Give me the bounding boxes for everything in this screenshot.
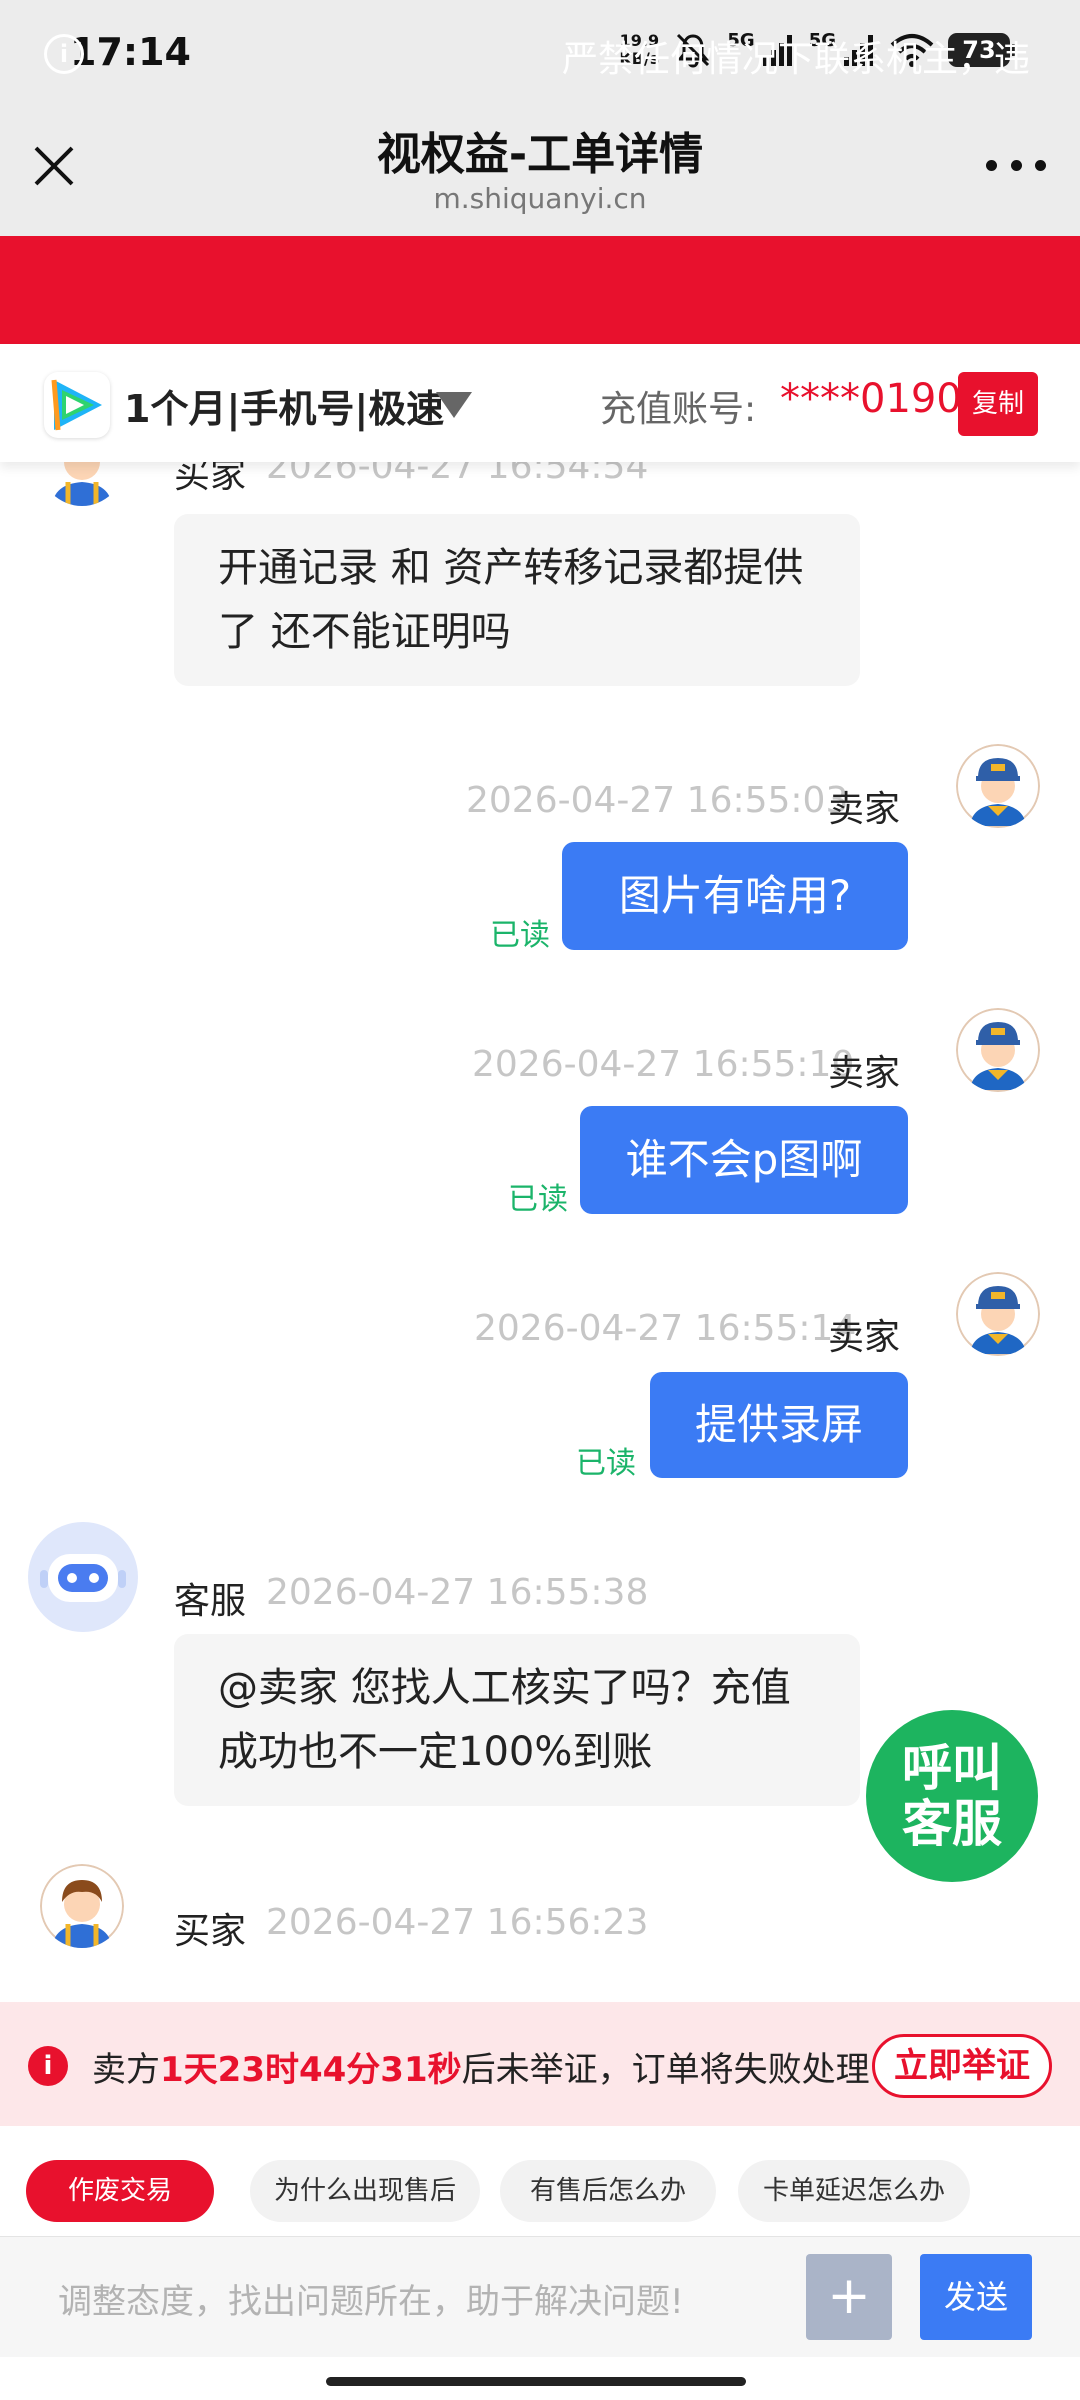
page-url: m.shiquanyi.cn — [433, 182, 647, 215]
seller-avatar-icon — [956, 744, 1040, 828]
account-number: ****0190 — [780, 376, 962, 422]
info-icon: i — [44, 34, 84, 74]
sender-name: 卖家 — [828, 1053, 901, 1094]
attach-plus-button[interactable]: + — [806, 2254, 892, 2340]
dropdown-caret-icon[interactable] — [436, 392, 472, 418]
message-time: 2026-04-27 16:55:38 — [266, 1572, 649, 1613]
message-time: 2026-04-27 16:55:10 — [472, 1044, 855, 1085]
send-button[interactable]: 发送 — [920, 2254, 1032, 2340]
buyer-avatar-icon — [40, 462, 124, 506]
read-status: 已读 — [508, 1182, 568, 1217]
quick-reply-chip[interactable]: 有售后怎么办 — [500, 2160, 716, 2222]
message-input[interactable]: 调整态度，找出问题所在，助于解决问题! — [58, 2274, 684, 2323]
copy-button[interactable]: 复制 — [958, 372, 1038, 436]
message-time: 2026-04-27 16:55:14 — [474, 1308, 857, 1349]
more-dot — [1010, 159, 1022, 171]
read-status: 已读 — [576, 1446, 636, 1481]
message-time: 2026-04-27 16:55:03 — [466, 780, 849, 821]
tencent-video-logo-icon — [44, 372, 110, 438]
buyer-avatar — [40, 462, 124, 506]
home-indicator[interactable] — [326, 2377, 746, 2386]
quick-reply-chip[interactable]: 作废交易 — [26, 2160, 214, 2222]
account-label: 充值账号: — [600, 389, 757, 430]
submit-evidence-button[interactable]: 立即举证 — [872, 2034, 1052, 2098]
alert-icon: i — [28, 2046, 68, 2086]
seller-avatar-icon — [956, 1272, 1040, 1356]
notice-text: 严禁任何情况下联系机主，违 — [562, 39, 1031, 80]
quick-reply-chip[interactable]: 卡单延迟怎么办 — [738, 2160, 970, 2222]
seller-avatar — [956, 1008, 1040, 1092]
sender-name: 买家 — [174, 462, 247, 496]
warning-text: 卖方1天23时44分31秒后未举证，订单将失败处理 — [92, 2050, 870, 2090]
seller-avatar — [956, 1272, 1040, 1356]
read-status: 已读 — [490, 918, 550, 953]
message-bubble[interactable]: 提供录屏 — [650, 1372, 908, 1478]
message-bubble[interactable]: 图片有啥用? — [562, 842, 908, 950]
notice-banner — [0, 236, 1080, 344]
countdown-timer: 1天23时44分31秒 — [160, 2050, 462, 2090]
sender-name: 客服 — [174, 1581, 247, 1622]
seller-avatar-icon — [956, 1008, 1040, 1092]
product-selector[interactable]: 1个月|手机号|极速 — [124, 378, 444, 433]
message-bubble[interactable]: 开通记录 和 资产转移记录都提供了 还不能证明吗 — [174, 514, 860, 686]
call-service-label: 客服 — [902, 1795, 1002, 1853]
quick-reply-chip[interactable]: 为什么出现售后 — [250, 2160, 480, 2222]
buyer-avatar-icon — [40, 1864, 124, 1948]
sender-name: 卖家 — [828, 789, 901, 830]
more-dot — [986, 159, 997, 171]
call-service-button[interactable]: 呼叫 客服 — [866, 1710, 1038, 1882]
message-bubble[interactable]: 谁不会p图啊 — [580, 1106, 908, 1214]
message-bubble[interactable]: @卖家 您找人工核实了吗？充值成功也不一定100%到账 — [174, 1634, 860, 1806]
sender-name: 买家 — [174, 1911, 247, 1952]
page-title: 视权益-工单详情 — [376, 129, 704, 180]
sender-name: 卖家 — [828, 1317, 901, 1358]
call-service-label: 呼叫 — [902, 1739, 1002, 1797]
more-menu-button[interactable] — [986, 150, 1046, 180]
robot-icon — [28, 1522, 138, 1632]
buyer-avatar — [40, 1864, 124, 1948]
more-dot — [1035, 159, 1046, 171]
status-time: 17:14 — [70, 30, 191, 74]
message-time: 2026-04-27 16:54:54 — [266, 462, 649, 487]
service-avatar — [28, 1522, 138, 1632]
message-time: 2026-04-27 16:56:23 — [266, 1902, 649, 1943]
seller-avatar — [956, 744, 1040, 828]
